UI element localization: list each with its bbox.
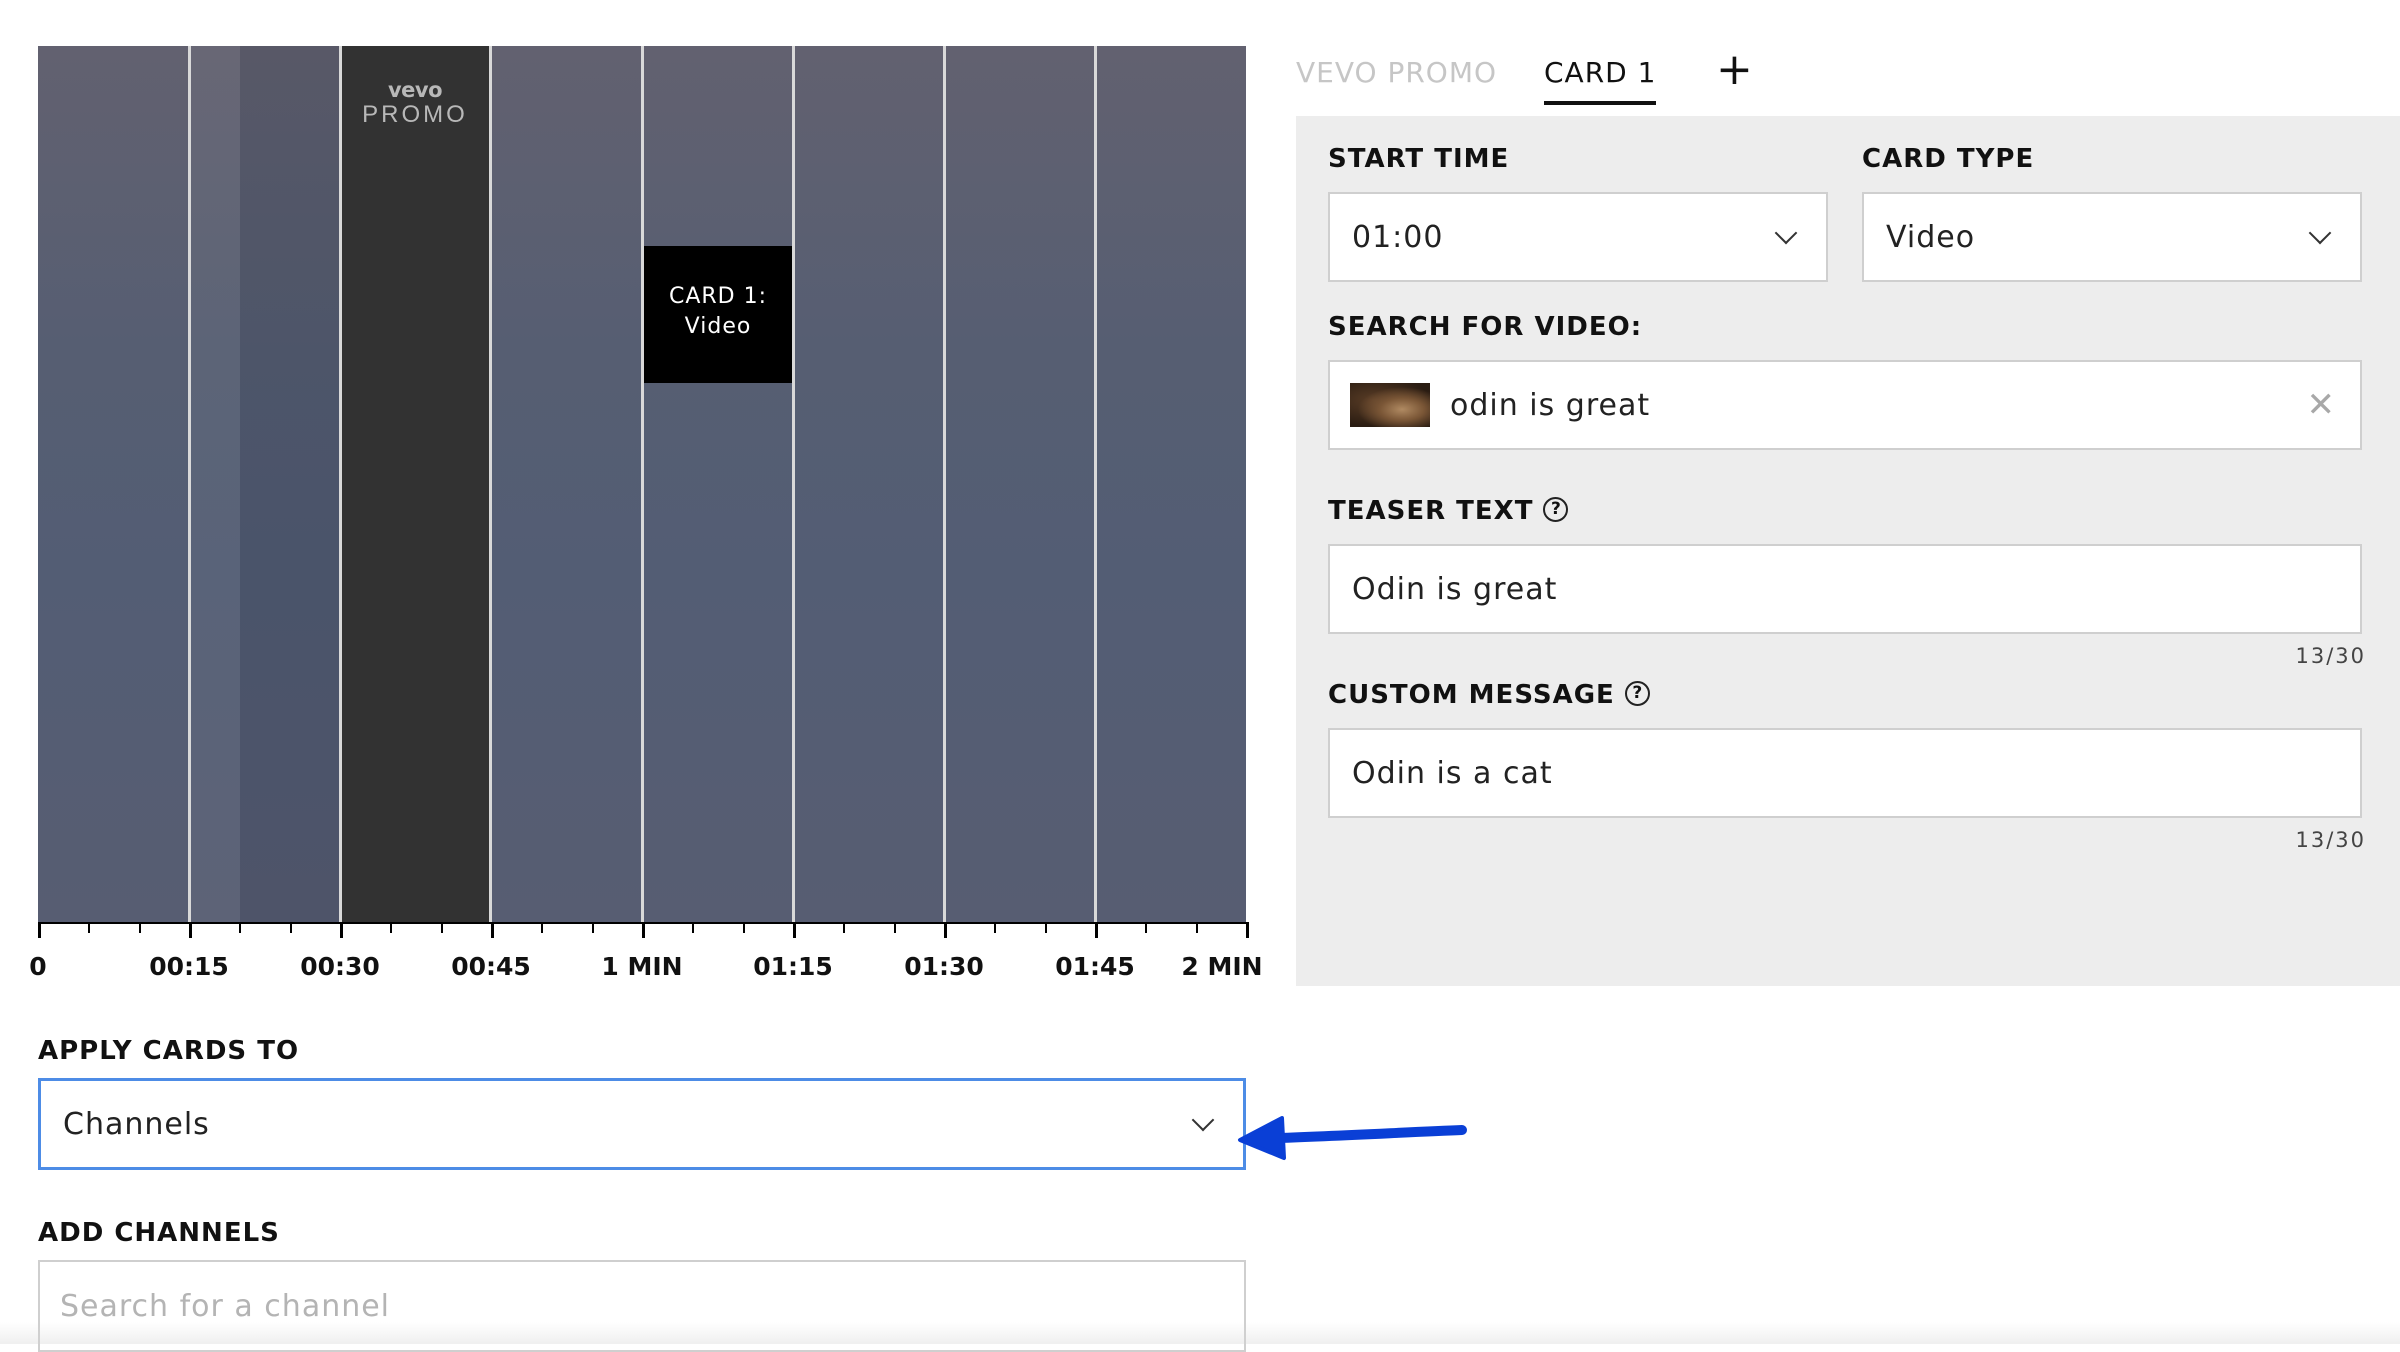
vevo-promo-logo: vevo PROMO	[340, 80, 490, 127]
ruler-tick-label: 2 MIN	[1181, 952, 1263, 981]
tab-card-1[interactable]: CARD 1	[1544, 56, 1657, 105]
ruler-major-tick	[340, 922, 343, 938]
ruler-major-tick	[944, 922, 947, 938]
ruler-minor-tick	[390, 922, 393, 933]
vevo-logo-text: vevo	[387, 78, 443, 102]
close-icon[interactable]: ✕	[2307, 388, 2337, 422]
timeline-segment	[188, 46, 240, 922]
ruler-major-tick	[1095, 922, 1098, 938]
card-1-marker[interactable]: CARD 1: Video	[644, 246, 792, 383]
custom-message-label: CUSTOM MESSAGE?	[1328, 680, 1650, 710]
apply-cards-select[interactable]: Channels	[38, 1078, 1246, 1170]
chevron-down-icon	[1191, 1108, 1215, 1132]
timeline-gridline	[1094, 46, 1097, 922]
ruler-minor-tick	[1195, 922, 1198, 933]
ruler-minor-tick	[138, 922, 141, 933]
ruler-tick-label: 00:30	[300, 952, 380, 981]
ruler-minor-tick	[742, 922, 745, 933]
ruler-tick-label: 01:15	[753, 952, 833, 981]
ruler-minor-tick	[541, 922, 544, 933]
card-marker-type: Video	[684, 314, 752, 339]
ruler-minor-tick	[88, 922, 91, 933]
timeline-gridline	[792, 46, 795, 922]
teaser-text-input[interactable]: Odin is great	[1328, 544, 2362, 634]
chevron-down-icon	[1774, 221, 1798, 245]
add-channels-label: ADD CHANNELS	[38, 1218, 280, 1248]
start-time-value: 01:00	[1352, 219, 1444, 255]
ruler-tick-label: 01:30	[904, 952, 984, 981]
start-time-label: START TIME	[1328, 144, 1510, 174]
card-marker-title: CARD 1:	[668, 284, 768, 309]
ruler-minor-tick	[843, 922, 846, 933]
custom-message-label-text: CUSTOM MESSAGE	[1328, 680, 1615, 710]
timeline-gridline	[641, 46, 644, 922]
ruler-tick-label: 00:15	[149, 952, 229, 981]
teaser-text-value: Odin is great	[1352, 571, 1558, 607]
annotation-arrow-icon	[1238, 1116, 1467, 1160]
search-video-label: SEARCH FOR VIDEO:	[1328, 312, 1643, 342]
card-type-value: Video	[1886, 219, 1976, 255]
timeline-gridline	[188, 46, 191, 922]
promo-logo-text: PROMO	[362, 101, 468, 128]
help-icon[interactable]: ?	[1624, 681, 1650, 706]
timeline-segment	[240, 46, 340, 922]
add-card-button[interactable]: +	[1716, 48, 1753, 92]
custom-message-value: Odin is a cat	[1352, 755, 1553, 791]
ruler-minor-tick	[440, 922, 443, 933]
ruler-major-tick	[1246, 922, 1249, 938]
video-search-field[interactable]: odin is great ✕	[1328, 360, 2362, 450]
card-type-label: CARD TYPE	[1862, 144, 2035, 174]
ruler-major-tick	[642, 922, 645, 938]
ruler-major-tick	[189, 922, 192, 938]
ruler-tick-label: 00:45	[451, 952, 531, 981]
ruler-minor-tick	[239, 922, 242, 933]
ruler-minor-tick	[1145, 922, 1148, 933]
ruler-minor-tick	[591, 922, 594, 933]
timeline-gridline	[943, 46, 946, 922]
page-bottom-fade	[0, 1322, 2400, 1344]
teaser-text-label-text: TEASER TEXT	[1328, 496, 1534, 526]
apply-cards-value: Channels	[63, 1106, 210, 1142]
card-type-select[interactable]: Video	[1862, 192, 2362, 282]
custom-message-char-counter: 13/30	[2295, 828, 2366, 852]
video-thumbnail	[1350, 383, 1430, 427]
ruler-major-tick	[38, 922, 41, 938]
tab-vevo-promo[interactable]: VEVO PROMO	[1296, 56, 1497, 101]
custom-message-input[interactable]: Odin is a cat	[1328, 728, 2362, 818]
help-icon[interactable]: ?	[1543, 497, 1569, 522]
vevo-promo-block[interactable]: vevo PROMO	[340, 46, 490, 922]
ruler-minor-tick	[289, 922, 292, 933]
ruler-tick-label: 01:45	[1055, 952, 1135, 981]
ruler-minor-tick	[893, 922, 896, 933]
card-settings-panel: START TIME 01:00 CARD TYPE Video SEARCH …	[1296, 116, 2400, 986]
ruler-minor-tick	[1044, 922, 1047, 933]
timeline-gridline	[339, 46, 342, 922]
teaser-char-counter: 13/30	[2295, 644, 2366, 668]
ruler-major-tick	[491, 922, 494, 938]
ruler-tick-label: 1 MIN	[601, 952, 683, 981]
ruler-minor-tick	[994, 922, 997, 933]
timeline-preview[interactable]: vevo PROMO CARD 1: Video	[38, 46, 1246, 922]
ruler-minor-tick	[692, 922, 695, 933]
video-search-value: odin is great	[1450, 387, 1651, 423]
chevron-down-icon	[2308, 221, 2332, 245]
timeline-gridline	[489, 46, 492, 922]
ruler-tick-label: 0	[29, 952, 47, 981]
ruler-major-tick	[793, 922, 796, 938]
apply-cards-label: APPLY CARDS TO	[38, 1036, 300, 1066]
teaser-text-label: TEASER TEXT?	[1328, 496, 1569, 526]
start-time-select[interactable]: 01:00	[1328, 192, 1828, 282]
timeline-ruler: 0 00:15 00:30 00:45 1 MIN 01:15 01:30 01:45 2 MI…	[29, 922, 1263, 992]
